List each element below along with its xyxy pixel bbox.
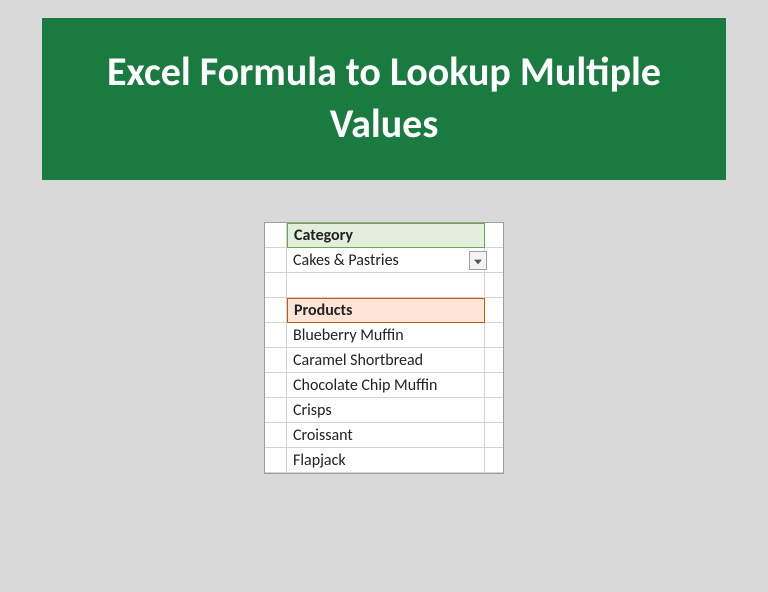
gutter-cell — [265, 248, 287, 273]
row-products-header: Products — [265, 298, 503, 323]
product-cell: Crisps — [287, 398, 485, 423]
table-row: Chocolate Chip Muffin — [265, 373, 503, 398]
table-row: Blueberry Muffin — [265, 323, 503, 348]
category-dropdown-cell[interactable]: Cakes & Pastries — [287, 248, 485, 273]
row-category-value: Cakes & Pastries — [265, 248, 503, 273]
row-blank — [265, 273, 503, 298]
gutter-cell — [265, 398, 287, 423]
trail-cell — [485, 298, 503, 323]
row-category-header: Category — [265, 223, 503, 248]
trail-cell — [485, 223, 503, 248]
title-banner: Excel Formula to Lookup Multiple Values — [42, 18, 726, 180]
products-header-cell: Products — [287, 298, 485, 323]
gutter-cell — [265, 298, 287, 323]
table-row: Flapjack — [265, 448, 503, 473]
product-cell: Croissant — [287, 423, 485, 448]
table-row: Croissant — [265, 423, 503, 448]
trail-cell — [485, 448, 503, 473]
chevron-down-icon — [474, 251, 482, 270]
gutter-cell — [265, 373, 287, 398]
product-cell: Flapjack — [287, 448, 485, 473]
page-title: Excel Formula to Lookup Multiple Values — [62, 46, 706, 150]
gutter-cell — [265, 348, 287, 373]
blank-cell — [287, 273, 485, 298]
gutter-cell — [265, 223, 287, 248]
sheet-container: Category Cakes & Pastries Products — [0, 222, 768, 474]
table-row: Crisps — [265, 398, 503, 423]
trail-cell — [485, 398, 503, 423]
product-cell: Chocolate Chip Muffin — [287, 373, 485, 398]
gutter-cell — [265, 273, 287, 298]
trail-cell — [485, 248, 503, 273]
dropdown-button[interactable] — [469, 251, 487, 270]
gutter-cell — [265, 423, 287, 448]
trail-cell — [485, 323, 503, 348]
gutter-cell — [265, 448, 287, 473]
product-cell: Caramel Shortbread — [287, 348, 485, 373]
product-cell: Blueberry Muffin — [287, 323, 485, 348]
spreadsheet: Category Cakes & Pastries Products — [264, 222, 504, 474]
trail-cell — [485, 273, 503, 298]
trail-cell — [485, 348, 503, 373]
table-row: Caramel Shortbread — [265, 348, 503, 373]
trail-cell — [485, 373, 503, 398]
gutter-cell — [265, 323, 287, 348]
category-header-cell: Category — [287, 223, 485, 248]
trail-cell — [485, 423, 503, 448]
